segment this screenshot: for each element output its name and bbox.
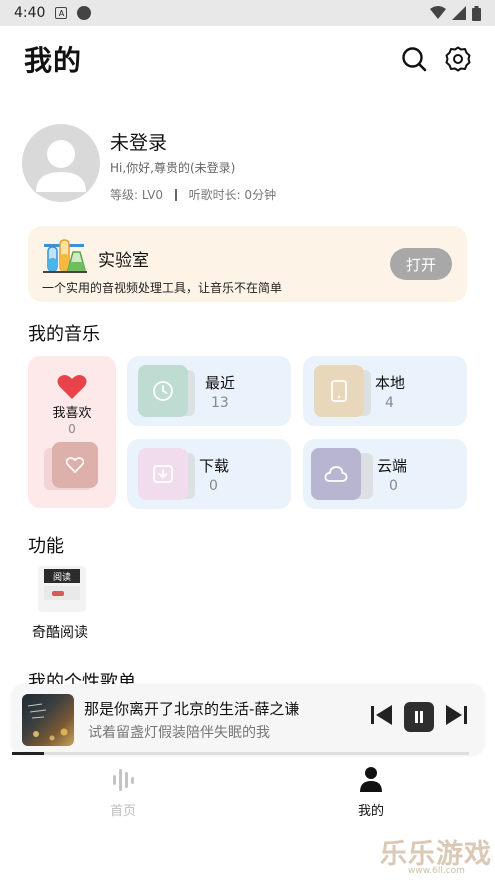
- function-label-reader: 奇酷阅读: [32, 625, 88, 641]
- profile-greeting: Hi,你好,尊贵的(未登录): [110, 161, 236, 175]
- recent-thumb: [138, 365, 188, 417]
- cloud-card[interactable]: 云端 0: [303, 439, 467, 509]
- download-card[interactable]: 下载 0: [127, 439, 291, 509]
- local-card[interactable]: 本地 4: [303, 356, 467, 426]
- avatar[interactable]: [22, 124, 100, 202]
- pause-button[interactable]: [404, 702, 434, 732]
- album-cover[interactable]: [22, 694, 74, 746]
- playback-progress-fill: [12, 752, 44, 755]
- recent-card[interactable]: 最近 13: [127, 356, 291, 426]
- recent-count: 13: [211, 395, 229, 411]
- page-header: 我的: [0, 26, 495, 92]
- cloud-count: 0: [389, 478, 398, 494]
- status-time: 4:40: [14, 5, 46, 21]
- album-cover-art: [27, 703, 68, 741]
- gear-icon[interactable]: [445, 46, 471, 72]
- lab-flask-icon: [43, 239, 87, 273]
- song-lyric: 试着留盏灯假装陪伴失眠的我: [88, 725, 270, 741]
- phone-icon: [331, 380, 347, 402]
- cloud-icon: [324, 466, 348, 482]
- pause-icon: [415, 711, 423, 723]
- download-count: 0: [209, 478, 218, 494]
- favorites-card[interactable]: 我喜欢 0: [28, 356, 116, 508]
- playback-progress-bar[interactable]: [12, 752, 469, 755]
- reader-app-icon: 阅读: [38, 566, 86, 612]
- lab-description: 一个实用的音视频处理工具，让音乐不在简单: [42, 281, 283, 295]
- watermark: 乐乐游戏 www.6ll.com: [380, 832, 495, 881]
- functions-title: 功能: [28, 536, 64, 557]
- page-title: 我的: [24, 44, 83, 77]
- cloud-thumb: [311, 448, 361, 500]
- status-bar: 4:40 A: [0, 0, 495, 26]
- favorites-count: 0: [68, 422, 76, 436]
- cloud-label: 云端: [377, 457, 408, 475]
- reader-thumb-text: 阅读: [44, 569, 80, 583]
- stat-divider: [175, 188, 177, 201]
- recent-label: 最近: [205, 374, 236, 392]
- previous-track-icon[interactable]: [370, 704, 394, 726]
- reader-thumb-mark: [52, 591, 64, 596]
- profile-listen-time: 听歌时长: 0分钟: [188, 188, 277, 202]
- profile-name[interactable]: 未登录: [110, 128, 276, 155]
- download-icon: [153, 465, 173, 483]
- watermark-url: www.6ll.com: [408, 866, 465, 876]
- notification-letter: A: [58, 8, 65, 18]
- favorites-label: 我喜欢: [52, 406, 92, 421]
- signal-icon: [452, 6, 466, 20]
- tab-mine[interactable]: 我的: [311, 766, 431, 819]
- profile-section[interactable]: 未登录 Hi,你好,尊贵的(未登录) 等级: LV0 听歌时长: 0分钟: [22, 124, 472, 204]
- heart-icon: [57, 374, 87, 399]
- next-track-icon[interactable]: [444, 704, 468, 726]
- my-music-title: 我的音乐: [28, 324, 100, 345]
- download-label: 下载: [199, 457, 230, 475]
- clock-icon: [153, 381, 173, 401]
- default-avatar-icon: [36, 140, 86, 192]
- tab-home-label: 首页: [109, 804, 136, 819]
- profile-level: 等级: LV0: [110, 188, 164, 202]
- song-title[interactable]: 那是你离开了北京的生活-薛之谦: [84, 698, 299, 719]
- search-icon[interactable]: [401, 46, 427, 72]
- audio-wave-icon: [113, 769, 134, 791]
- favorites-thumb: [52, 442, 98, 488]
- wifi-icon: [430, 6, 446, 19]
- lab-title: 实验室: [98, 251, 149, 271]
- local-label: 本地: [375, 374, 406, 392]
- tab-mine-label: 我的: [357, 804, 384, 819]
- local-thumb: [314, 365, 364, 417]
- person-icon: [360, 767, 382, 792]
- local-count: 4: [385, 395, 394, 411]
- heart-outline-icon: [66, 457, 84, 473]
- notification-icon: A: [55, 7, 68, 19]
- tab-home[interactable]: 首页: [63, 766, 183, 819]
- record-dot-icon: [77, 6, 92, 20]
- mini-player[interactable]: 那是你离开了北京的生活-薛之谦 试着留盏灯假装陪伴失眠的我: [12, 684, 484, 754]
- download-thumb: [138, 448, 188, 500]
- lab-card[interactable]: 实验室 一个实用的音视频处理工具，让音乐不在简单 打开: [28, 226, 467, 302]
- lab-open-button[interactable]: 打开: [390, 248, 452, 280]
- bottom-tab-bar: 首页 我的: [0, 760, 495, 822]
- battery-icon: [472, 5, 481, 21]
